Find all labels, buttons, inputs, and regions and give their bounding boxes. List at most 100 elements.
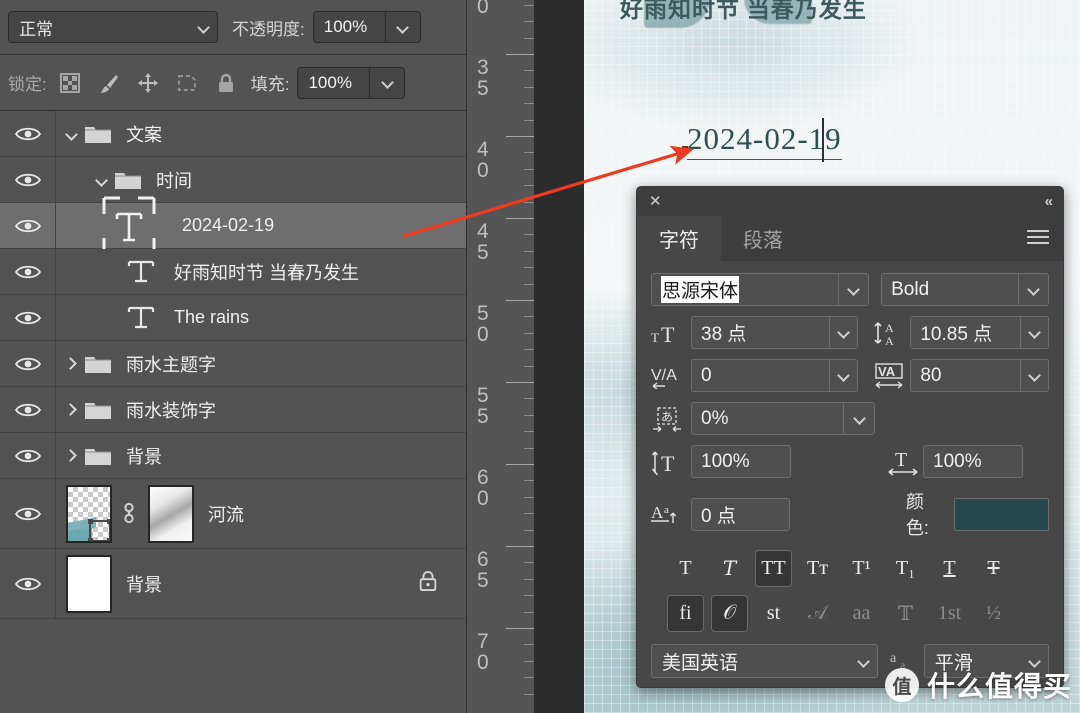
kerning-dropdown[interactable]: [829, 359, 859, 392]
chevron-down-icon[interactable]: [60, 128, 82, 140]
link-icon[interactable]: [119, 499, 141, 529]
opacity-input[interactable]: 100%: [312, 11, 385, 43]
fill-input[interactable]: 100%: [297, 66, 370, 99]
eye-icon[interactable]: [0, 295, 56, 340]
layer-row-body[interactable]: 文案: [56, 111, 466, 156]
font-style-input[interactable]: Bold: [881, 273, 1018, 306]
eye-icon[interactable]: [0, 549, 56, 618]
panel-menu-icon[interactable]: [1027, 230, 1049, 248]
faux-bold-button[interactable]: T: [667, 550, 704, 587]
discretionary-ligatures-button[interactable]: st: [755, 595, 792, 632]
subscript-button[interactable]: T₁: [887, 550, 924, 587]
ruler-tick-minor: [524, 201, 534, 203]
eye-icon[interactable]: [0, 387, 56, 432]
chevron-right-icon[interactable]: [60, 450, 82, 462]
vertical-scale-input[interactable]: 100%: [691, 445, 791, 478]
chevron-down-icon: [838, 327, 849, 338]
font-style-dropdown[interactable]: [1017, 273, 1049, 306]
layer-thumbnail[interactable]: [66, 484, 112, 543]
layer-thumbnail[interactable]: [66, 554, 112, 613]
layer-row-body[interactable]: 雨水主题字: [56, 341, 466, 386]
eye-icon[interactable]: [0, 249, 56, 294]
font-family-dropdown[interactable]: [838, 273, 870, 306]
layer-row[interactable]: 雨水主题字: [0, 341, 466, 387]
vertical-ruler[interactable]: 30 35 40 45 50 55 60 65 70: [466, 0, 534, 713]
transparency-lock-icon[interactable]: [59, 72, 81, 94]
layer-row[interactable]: The rains: [0, 295, 466, 341]
kerning-input[interactable]: 0: [691, 359, 830, 392]
layer-row[interactable]: 好雨知时节 当春乃发生: [0, 249, 466, 295]
fill-stepper[interactable]: [369, 66, 406, 99]
layer-mask-thumbnail[interactable]: [148, 484, 194, 543]
layer-row-body[interactable]: 背景: [56, 433, 466, 478]
language-select[interactable]: 美国英语: [651, 644, 878, 678]
swash-button[interactable]: 𝒜: [799, 595, 836, 632]
layer-row[interactable]: 背景: [0, 549, 466, 619]
layer-row[interactable]: 背景: [0, 433, 466, 479]
chevron-right-icon[interactable]: [60, 358, 82, 370]
layer-row[interactable]: 雨水装饰字: [0, 387, 466, 433]
canvas-date-text[interactable]: 2024-02-19: [687, 121, 842, 160]
standard-ligatures-button[interactable]: fi: [667, 595, 704, 632]
titling-alternates-button[interactable]: 𝕋: [887, 595, 924, 632]
artboard-lock-icon[interactable]: [176, 72, 198, 94]
eye-icon[interactable]: [0, 203, 56, 248]
move-lock-icon[interactable]: [137, 72, 159, 94]
brush-lock-icon[interactable]: [98, 72, 120, 94]
eye-icon[interactable]: [0, 479, 56, 548]
eye-icon[interactable]: [0, 111, 56, 156]
layer-thumbnails[interactable]: [66, 554, 112, 613]
stylistic-alternates-button[interactable]: aa: [843, 595, 880, 632]
font-size-dropdown[interactable]: [829, 316, 859, 349]
layer-row-body[interactable]: The rains: [56, 295, 466, 340]
layer-row-body[interactable]: 雨水装饰字: [56, 387, 466, 432]
tsume-icon: あ: [651, 406, 691, 432]
chevron-down-icon[interactable]: [90, 174, 112, 186]
faux-italic-button[interactable]: 𝑇: [711, 550, 748, 587]
contextual-alternates-button[interactable]: 𝒪: [711, 595, 748, 632]
tab-character[interactable]: 字符: [637, 216, 721, 261]
layer-row-body[interactable]: 背景: [56, 549, 466, 618]
layer-list[interactable]: 文案 时间 2024-02-19 好雨知时节 当春乃发生 The rains 雨水主题字雨…: [0, 111, 466, 713]
tsume-input[interactable]: 0%: [691, 402, 843, 435]
lock-all-icon[interactable]: [215, 72, 237, 94]
layer-row[interactable]: 时间: [0, 157, 466, 203]
layer-row-body[interactable]: 河流: [56, 479, 466, 548]
faux-italic-glyph: 𝑇: [722, 558, 737, 580]
layer-row[interactable]: 河流: [0, 479, 466, 549]
leading-dropdown[interactable]: [1020, 316, 1049, 349]
blend-mode-select[interactable]: 正常: [8, 11, 218, 43]
tracking-input[interactable]: 80: [910, 359, 1021, 392]
layer-row[interactable]: 文案: [0, 111, 466, 157]
all-caps-glyph: TT: [761, 557, 786, 579]
eye-icon[interactable]: [0, 341, 56, 386]
font-size-input[interactable]: 38 点: [691, 316, 830, 349]
text-color-swatch[interactable]: [954, 497, 1049, 531]
character-panel[interactable]: ✕ « 字符 段落 思源宋体 Bold T T 38 点 A A 10.85 点…: [636, 186, 1064, 688]
superscript-button[interactable]: T¹: [843, 550, 880, 587]
close-icon[interactable]: ✕: [649, 194, 662, 209]
chevron-right-icon[interactable]: [60, 404, 82, 416]
layer-row-body[interactable]: 好雨知时节 当春乃发生: [56, 249, 466, 294]
fractions-button[interactable]: ½: [975, 595, 1012, 632]
tab-paragraph[interactable]: 段落: [721, 216, 805, 261]
eye-icon[interactable]: [0, 157, 56, 202]
tsume-dropdown[interactable]: [843, 402, 875, 435]
opacity-stepper[interactable]: [384, 11, 421, 43]
all-caps-button[interactable]: TT: [755, 550, 792, 587]
collapse-icon[interactable]: «: [1045, 193, 1053, 210]
tracking-dropdown[interactable]: [1020, 359, 1049, 392]
layer-thumbnails[interactable]: [66, 484, 194, 543]
strikethrough-button[interactable]: T: [975, 550, 1012, 587]
eye-icon[interactable]: [0, 433, 56, 478]
layer-row[interactable]: 2024-02-19: [0, 196, 466, 255]
font-family-input[interactable]: 思源宋体: [651, 273, 839, 306]
small-caps-button[interactable]: Tᴛ: [799, 550, 836, 587]
leading-input[interactable]: 10.85 点: [910, 316, 1021, 349]
baseline-shift-input[interactable]: 0 点: [691, 497, 790, 531]
layer-row-body[interactable]: 2024-02-19: [56, 196, 466, 255]
horizontal-scale-input[interactable]: 100%: [923, 445, 1023, 478]
underline-button[interactable]: T: [931, 550, 968, 587]
ordinals-button[interactable]: 1st: [931, 595, 968, 632]
layers-panel[interactable]: 正常 不透明度: 100% 锁定: 填充: 100% 文案 时间 2024-02…: [0, 0, 466, 713]
